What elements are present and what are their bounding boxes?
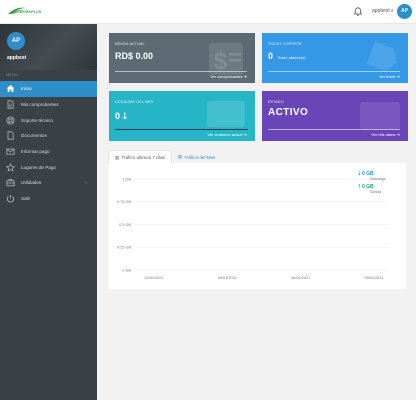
logo-text: NETWORKPLUS <box>12 10 42 14</box>
sidebar: AP appbest MENÚ Inicio Mis comprobantes … <box>0 24 97 400</box>
logout-icon <box>6 195 15 203</box>
sidebar-item-soporte[interactable]: Soporte técnico <box>0 112 97 128</box>
card-value: 0 <box>268 51 274 61</box>
top-bar: NETWORKPLUS appbest ▾ AP <box>0 0 416 24</box>
bar-chart-icon: ▥ <box>115 154 120 160</box>
lifebuoy-icon <box>6 116 15 125</box>
card-ticket: TICKET SOPORTE 0 Ticket abierto(s) Ver t… <box>262 33 408 83</box>
briefcase-icon <box>6 179 15 187</box>
home-icon <box>6 85 15 93</box>
x-tick-label: 08/01/2021 <box>364 276 383 280</box>
card-title: CONSUMO DEL MES <box>115 100 154 104</box>
sidebar-item-lugares-pago[interactable]: Lugares de Pago <box>0 159 97 175</box>
ver-ticket-link[interactable]: Ver ticket ➔ <box>379 74 400 79</box>
card-title: ESTADO <box>268 100 284 104</box>
y-tick-label: 0 GB <box>122 268 131 272</box>
user-menu-name[interactable]: appbest <box>372 8 390 14</box>
sidebar-item-label: Soporte técnico <box>21 117 53 123</box>
card-subtitle: Ticket abierto(s) <box>277 55 306 60</box>
sidebar-item-label: Lugares de Pago <box>21 164 56 170</box>
x-tick-label: 02/01/2021 <box>144 276 163 280</box>
x-tick-label: 06/01/2021 <box>291 276 310 280</box>
card-title: TICKET SOPORTE <box>268 42 303 46</box>
sidebar-item-label: Informar pago <box>21 149 50 155</box>
sidebar-item-utilidades[interactable]: Utilidades › <box>0 175 97 191</box>
arrow-down-icon: 🡓 <box>122 111 128 121</box>
file-icon <box>7 131 14 141</box>
nav-heading: MENÚ <box>6 73 18 77</box>
sidebar-username: appbest <box>7 55 27 61</box>
sidebar-nav: Inicio Mis comprobantes Soporte técnico … <box>0 81 97 207</box>
avatar[interactable]: AP <box>397 4 412 19</box>
y-tick-label: 1 GB <box>122 177 131 181</box>
y-tick-label: 0.5 GB <box>119 223 131 227</box>
card-value: 0 🡓 <box>115 111 128 121</box>
ver-consumo-link[interactable]: Ver consumo actual ➔ <box>207 132 247 137</box>
tablet-icon <box>207 101 245 127</box>
sidebar-avatar: AP <box>7 32 25 50</box>
divider <box>115 129 248 130</box>
id-card-icon <box>360 102 400 130</box>
divider <box>268 129 400 130</box>
card-deuda: $ DEUDA ACTUAL RD$ 0.00 Ver comprobantes… <box>109 33 255 83</box>
sidebar-profile: AP appbest <box>0 24 97 70</box>
divider <box>268 71 400 72</box>
sidebar-item-label: Salir <box>21 196 31 202</box>
traffic-panel: ▥ Tráfico últimos 7 días ▥ Tráfico del Mes… <box>108 150 406 289</box>
y-tick-label: 0.25 GB <box>117 246 131 250</box>
bell-icon[interactable] <box>354 7 362 16</box>
ver-mis-datos-link[interactable]: Ver Mis datos ➔ <box>371 132 400 137</box>
sidebar-item-label: Mis comprobantes <box>21 102 59 108</box>
legend-upload: 🡑 0 GB Subida <box>358 184 398 197</box>
tab-trafico-mes[interactable]: ▥ Tráfico del Mes <box>172 150 222 164</box>
card-estado: ESTADO ACTIVO Ver Mis datos ➔ <box>262 91 408 141</box>
traffic-tabs: ▥ Tráfico últimos 7 días ▥ Tráfico del Mes <box>108 150 221 164</box>
star-icon <box>6 162 15 172</box>
download-label: Descarga <box>370 177 386 181</box>
x-tick-label: 04/01/2021 <box>218 276 237 280</box>
document-icon <box>7 100 14 109</box>
sidebar-item-label: Documentos <box>21 133 47 139</box>
sidebar-item-label: Inicio <box>21 86 32 92</box>
card-value: ACTIVO <box>268 107 309 118</box>
chevron-right-icon: › <box>85 180 87 186</box>
card-title: DEUDA ACTUAL <box>115 42 145 46</box>
card-value: RD$ 0.00 <box>115 51 154 61</box>
sidebar-item-label: Utilidades <box>21 180 42 186</box>
envelope-icon <box>6 148 15 155</box>
bar-chart-icon: ▥ <box>177 154 183 159</box>
upload-label: Subida <box>370 190 382 194</box>
sidebar-item-salir[interactable]: Salir <box>0 191 97 207</box>
sidebar-item-comprobantes[interactable]: Mis comprobantes <box>0 97 97 113</box>
sidebar-item-inicio[interactable]: Inicio <box>0 81 97 97</box>
chart-legend: 🡓 0 GB Descarga 🡑 0 GB Subida <box>358 171 398 197</box>
chevron-down-icon[interactable]: ▾ <box>391 8 393 14</box>
y-tick-label: 0.75 GB <box>117 200 131 204</box>
card-consumo: CONSUMO DEL MES 0 🡓 Ver consumo actual ➔ <box>109 91 255 141</box>
tab-trafico-7-dias[interactable]: ▥ Tráfico últimos 7 días <box>108 150 172 164</box>
ver-comprobantes-link[interactable]: Ver comprobantes ➔ <box>210 74 247 79</box>
legend-download: 🡓 0 GB Descarga <box>358 171 398 184</box>
sidebar-item-informar-pago[interactable]: Informar pago <box>0 144 97 160</box>
sidebar-item-documentos[interactable]: Documentos <box>0 128 97 144</box>
divider <box>115 71 247 72</box>
